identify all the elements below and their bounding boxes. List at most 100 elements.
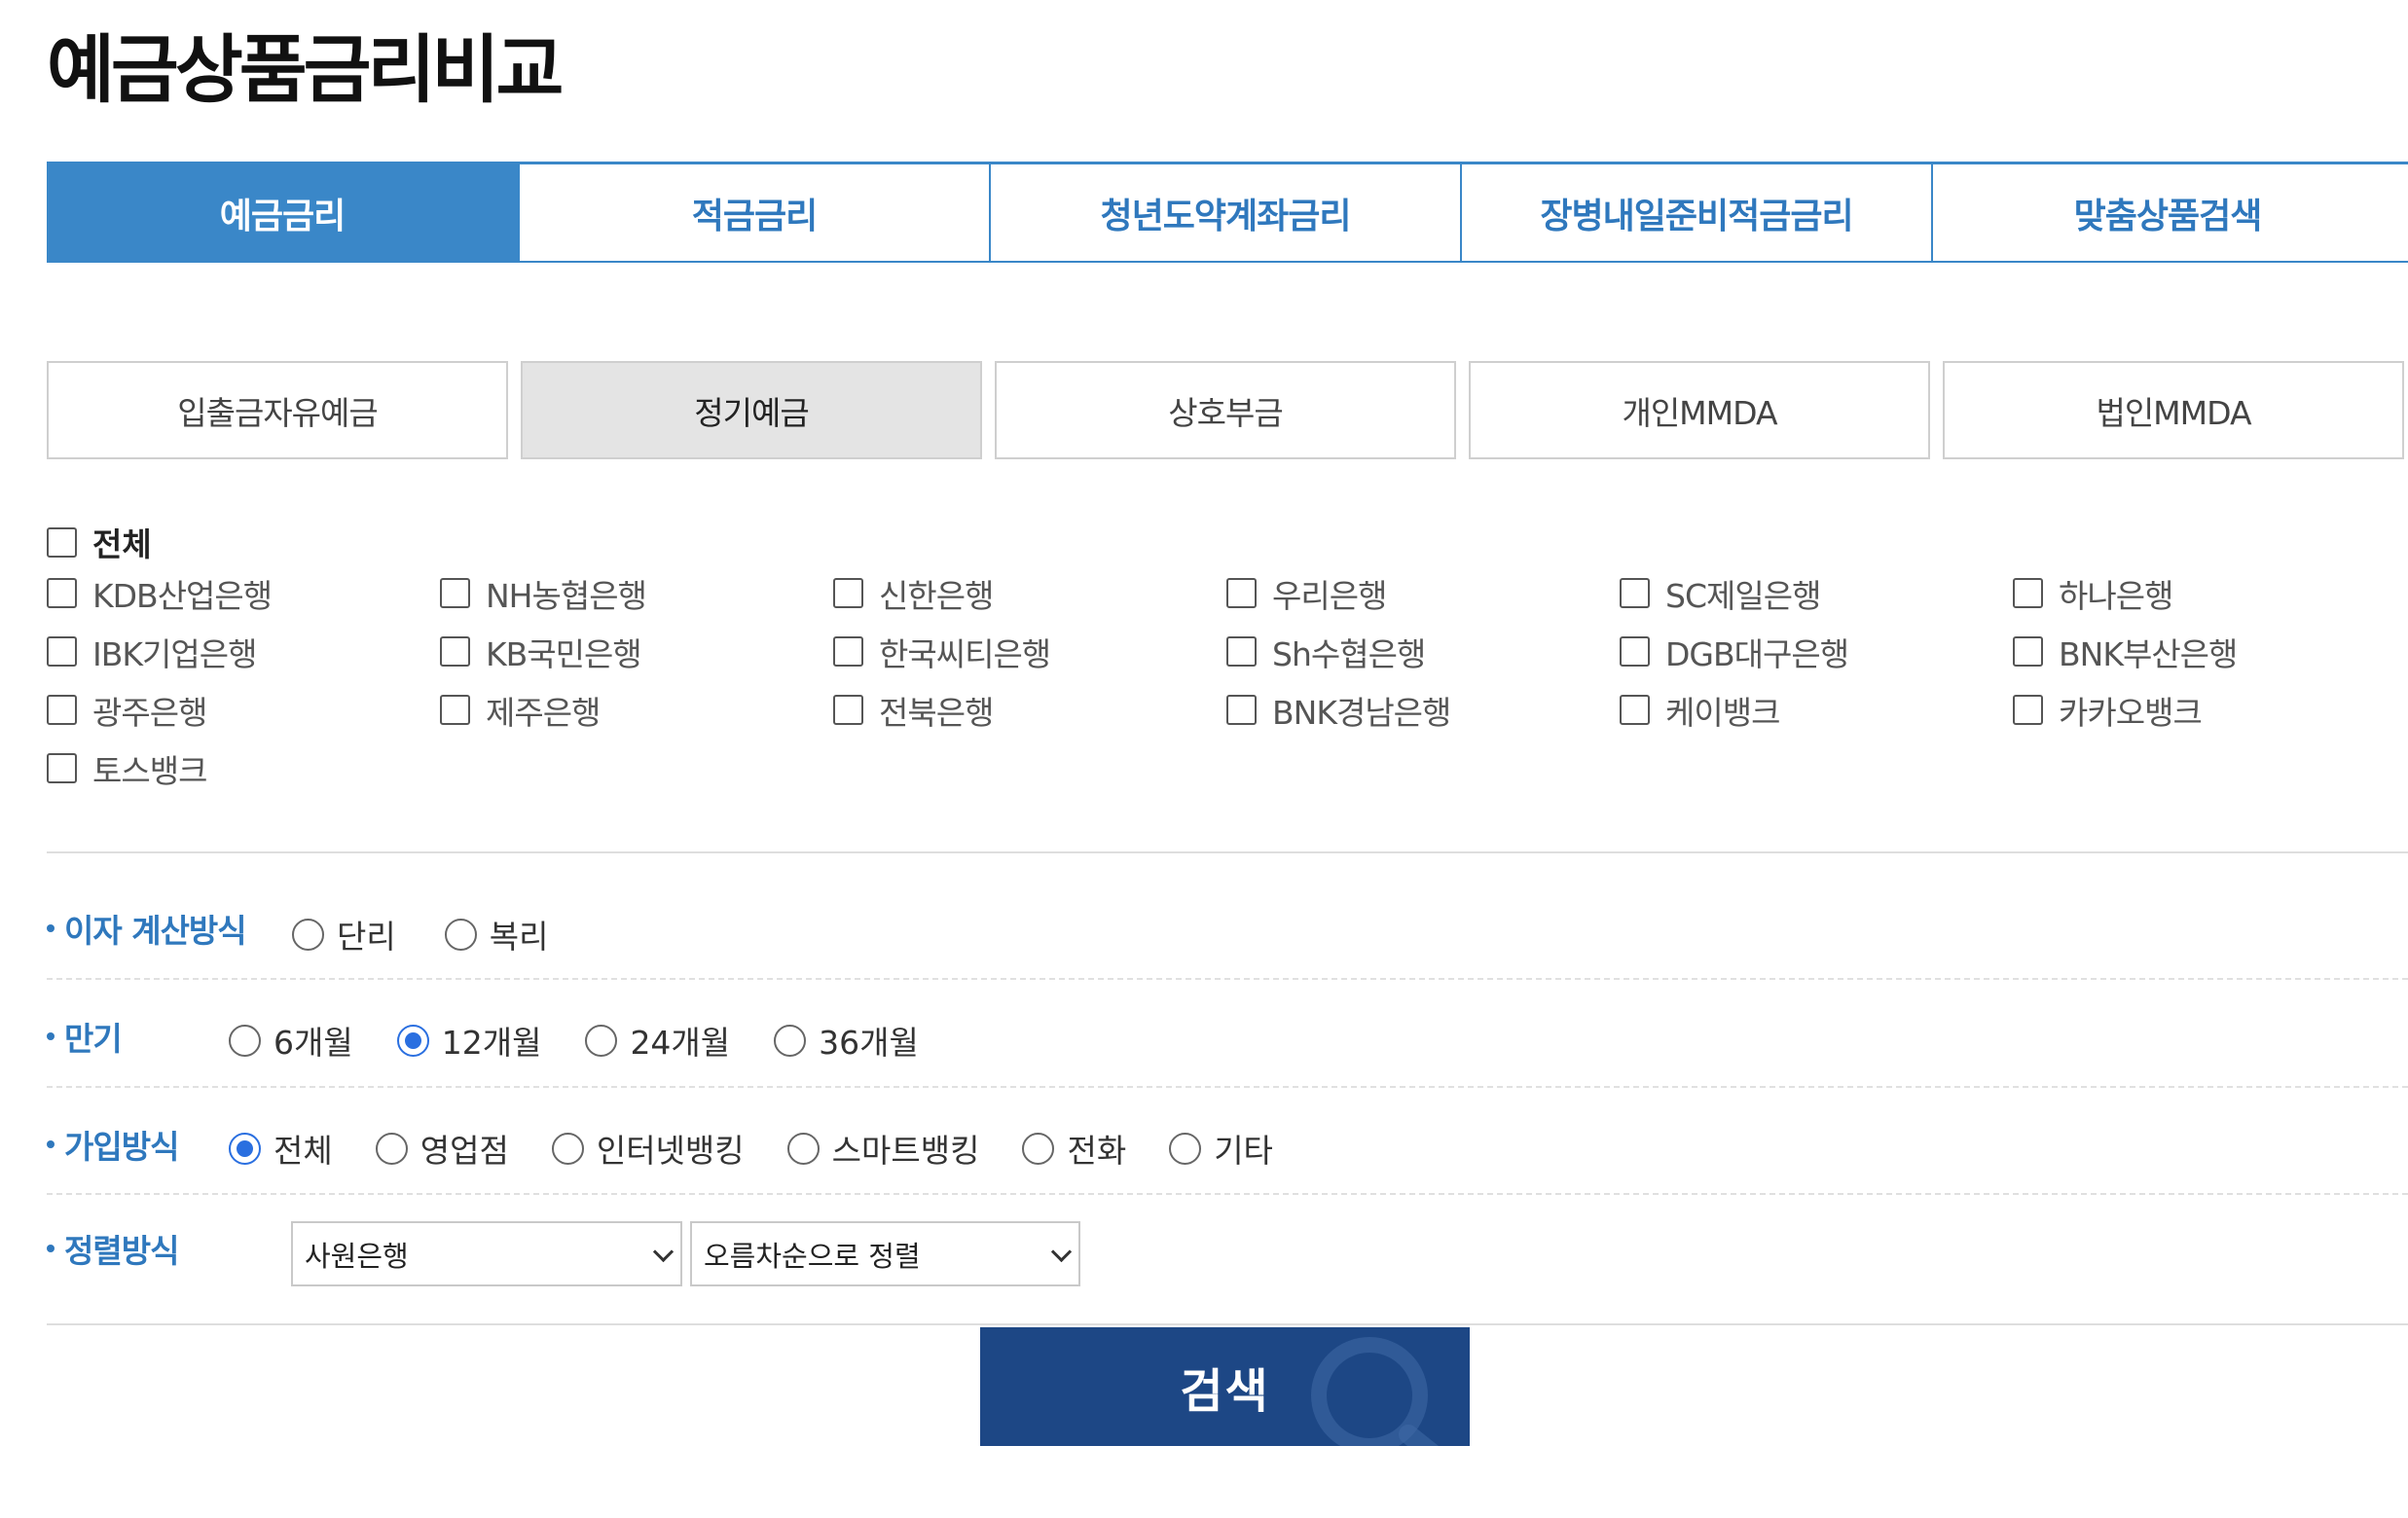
radio-label: 36개월 xyxy=(819,1024,919,1062)
bank-checkbox[interactable] xyxy=(1226,578,1257,608)
subtab-corporate-mmda[interactable]: 법인MMDA xyxy=(1943,361,2404,459)
bank-option[interactable]: KDB산업은행 xyxy=(47,576,440,615)
bank-checkbox[interactable] xyxy=(47,695,77,725)
bank-checkbox[interactable] xyxy=(440,578,470,608)
row-divider xyxy=(47,978,2408,980)
radio-button[interactable] xyxy=(229,1024,261,1057)
bank-option[interactable]: 케이뱅크 xyxy=(1620,693,2013,732)
bank-checkbox[interactable] xyxy=(2013,695,2043,725)
radio-button[interactable] xyxy=(786,1132,820,1165)
tab-custom-product-search[interactable]: 맞춤상품검색 xyxy=(1931,164,2402,261)
bank-label: BNK부산은행 xyxy=(2059,634,2238,673)
bank-checkbox[interactable] xyxy=(1226,636,1257,667)
join-method-options: 전체 영업점 인터넷뱅킹 스마트뱅킹 전화 기타 xyxy=(229,1125,1273,1172)
tab-savings-rate[interactable]: 적금금리 xyxy=(518,164,989,261)
bank-option[interactable]: DGB대구은행 xyxy=(1620,634,2013,673)
subtab-time-deposit[interactable]: 정기예금 xyxy=(521,361,982,459)
join-method-label-text: 가입방식 xyxy=(64,1128,179,1166)
bank-option[interactable]: BNK경남은행 xyxy=(1226,693,1620,732)
bank-option[interactable]: 한국씨티은행 xyxy=(833,634,1226,673)
bank-checkbox[interactable] xyxy=(440,636,470,667)
sort-field-value: 사원은행 xyxy=(305,1239,409,1273)
radio-join-all[interactable]: 전체 xyxy=(229,1125,333,1172)
bank-label: KDB산업은행 xyxy=(92,576,273,615)
bank-checkbox[interactable] xyxy=(833,695,863,725)
radio-button[interactable] xyxy=(444,918,477,951)
magnifier-icon xyxy=(1311,1337,1440,1446)
bank-option[interactable]: 광주은행 xyxy=(47,693,440,732)
select-all-banks[interactable]: 전체 xyxy=(47,519,152,565)
bank-checkbox[interactable] xyxy=(47,753,77,783)
bullet-dot xyxy=(47,924,55,932)
section-divider xyxy=(47,1323,2408,1325)
radio-button[interactable] xyxy=(585,1024,618,1057)
radio-button[interactable] xyxy=(375,1132,408,1165)
radio-label: 전체 xyxy=(274,1132,333,1170)
bank-option[interactable]: 전북은행 xyxy=(833,693,1226,732)
radio-join-phone[interactable]: 전화 xyxy=(1022,1125,1126,1172)
radio-join-internet-banking[interactable]: 인터넷뱅킹 xyxy=(551,1125,745,1172)
bank-label: 신한은행 xyxy=(879,576,994,615)
tab-deposit-rate[interactable]: 예금금리 xyxy=(47,164,518,261)
bank-option[interactable]: IBK기업은행 xyxy=(47,634,440,673)
radio-24-months[interactable]: 24개월 xyxy=(585,1017,730,1064)
radio-12-months[interactable]: 12개월 xyxy=(396,1017,541,1064)
sort-order-select[interactable]: 오름차순으로 정렬 xyxy=(690,1221,1080,1286)
bank-checkbox[interactable] xyxy=(1620,695,1650,725)
select-all-checkbox[interactable] xyxy=(47,526,77,558)
radio-simple-interest[interactable]: 단리 xyxy=(292,911,396,958)
radio-button[interactable] xyxy=(1169,1132,1202,1165)
bank-label: 전북은행 xyxy=(879,693,994,732)
chevron-down-icon xyxy=(652,1241,675,1263)
bank-checkbox[interactable] xyxy=(47,636,77,667)
sort-order-value: 오름차순으로 정렬 xyxy=(704,1239,921,1273)
bank-checkbox[interactable] xyxy=(833,578,863,608)
radio-button-selected[interactable] xyxy=(229,1132,261,1165)
search-button[interactable]: 검색 xyxy=(980,1327,1470,1446)
bank-label: 카카오뱅크 xyxy=(2059,693,2203,732)
radio-join-smart-banking[interactable]: 스마트뱅킹 xyxy=(786,1125,979,1172)
bank-checkbox[interactable] xyxy=(47,578,77,608)
tab-youth-leap-account-rate[interactable]: 청년도약계좌금리 xyxy=(989,164,1460,261)
bank-checkbox[interactable] xyxy=(833,636,863,667)
radio-join-branch[interactable]: 영업점 xyxy=(375,1125,509,1172)
radio-button[interactable] xyxy=(774,1024,807,1057)
radio-compound-interest[interactable]: 복리 xyxy=(444,911,548,958)
bank-option[interactable]: KB국민은행 xyxy=(440,634,833,673)
radio-button[interactable] xyxy=(1022,1132,1055,1165)
interest-method-label: 이자 계산방식 xyxy=(47,905,247,952)
bank-option[interactable]: 토스뱅크 xyxy=(47,751,440,790)
bank-option[interactable]: 카카오뱅크 xyxy=(2013,693,2406,732)
radio-join-other[interactable]: 기타 xyxy=(1169,1125,1273,1172)
bank-option[interactable]: 제주은행 xyxy=(440,693,833,732)
bank-label: 한국씨티은행 xyxy=(879,634,1051,673)
tab-soldier-savings-rate[interactable]: 장병내일준비적금금리 xyxy=(1460,164,1931,261)
bank-checkbox[interactable] xyxy=(1620,636,1650,667)
radio-6-months[interactable]: 6개월 xyxy=(229,1017,353,1064)
subtab-installment-deposit[interactable]: 상호부금 xyxy=(995,361,1456,459)
bank-checkbox[interactable] xyxy=(1226,695,1257,725)
bank-option[interactable]: Sh수협은행 xyxy=(1226,634,1620,673)
radio-36-months[interactable]: 36개월 xyxy=(774,1017,919,1064)
bank-label: Sh수협은행 xyxy=(1272,634,1426,673)
bank-option[interactable]: 신한은행 xyxy=(833,576,1226,615)
bank-checkbox[interactable] xyxy=(1620,578,1650,608)
bank-option[interactable]: SC제일은행 xyxy=(1620,576,2013,615)
bank-checkbox[interactable] xyxy=(2013,578,2043,608)
bank-label: DGB대구은행 xyxy=(1665,634,1849,673)
bank-option[interactable]: BNK부산은행 xyxy=(2013,634,2406,673)
subtab-personal-mmda[interactable]: 개인MMDA xyxy=(1469,361,1930,459)
bank-option[interactable]: 우리은행 xyxy=(1226,576,1620,615)
subtab-demand-deposit[interactable]: 입출금자유예금 xyxy=(47,361,508,459)
bank-checkbox[interactable] xyxy=(440,695,470,725)
radio-button[interactable] xyxy=(551,1132,584,1165)
row-divider xyxy=(47,1193,2408,1195)
sort-field-select[interactable]: 사원은행 xyxy=(291,1221,682,1286)
row-divider xyxy=(47,1086,2408,1088)
bank-checkbox[interactable] xyxy=(2013,636,2043,667)
bank-label: NH농협은행 xyxy=(486,576,647,615)
radio-button[interactable] xyxy=(292,918,324,951)
radio-button-selected[interactable] xyxy=(396,1024,429,1057)
bank-option[interactable]: 하나은행 xyxy=(2013,576,2406,615)
bank-option[interactable]: NH농협은행 xyxy=(440,576,833,615)
